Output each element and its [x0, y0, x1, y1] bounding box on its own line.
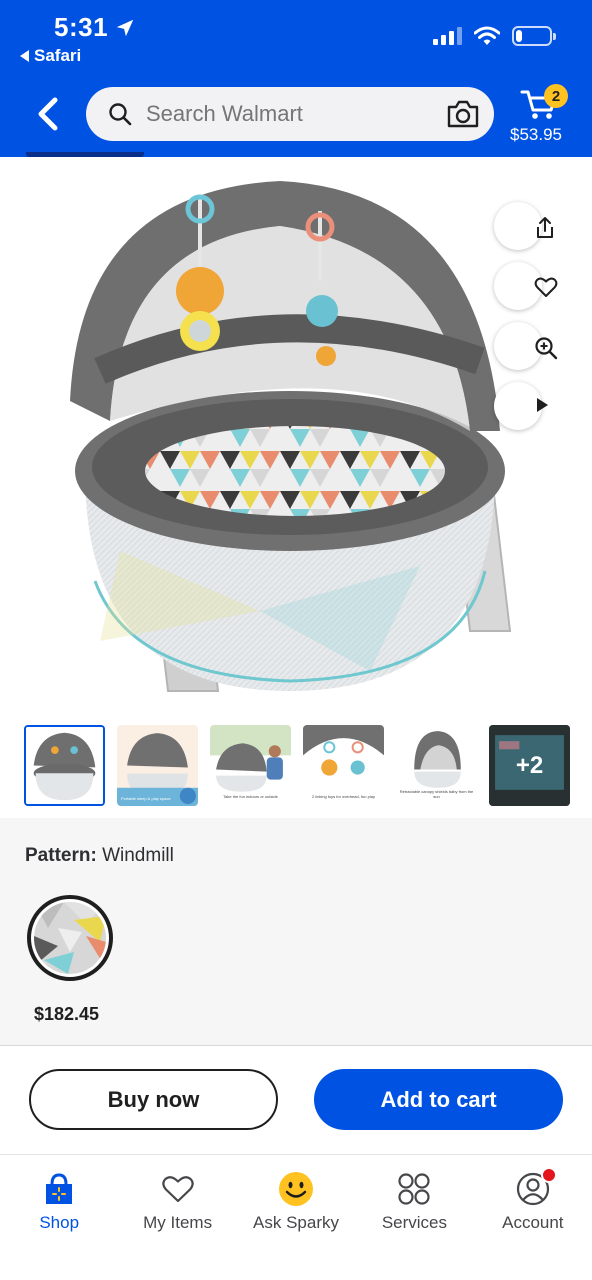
nav-services-label: Services [381, 1213, 448, 1232]
windmill-pattern-swatch-image [34, 902, 106, 974]
thumbnail-2-image [117, 725, 198, 806]
zoom-button[interactable] [494, 322, 558, 370]
thumbnail-2[interactable]: Portable sleep & play space [117, 725, 198, 806]
status-icons [433, 26, 556, 46]
buy-now-button[interactable]: Buy now [29, 1069, 278, 1130]
cart-button[interactable]: 2 $53.95 [510, 84, 570, 148]
heart-icon [160, 1171, 196, 1207]
thumbnail-1[interactable] [24, 725, 105, 806]
pattern-label-key: Pattern: [25, 845, 97, 866]
variant-price: $182.45 [34, 1004, 100, 1024]
nav-ask-sparky[interactable]: Ask Sparky [237, 1155, 355, 1280]
thumbnail-5-caption: Retractable canopy shields baby from the… [399, 789, 474, 800]
thumbnail-4[interactable]: 2 linking toys for overhead, fun play [303, 725, 384, 806]
cart-count-badge: 2 [544, 84, 568, 108]
nav-my-items[interactable]: My Items [118, 1155, 236, 1280]
share-icon [537, 217, 553, 238]
location-arrow-icon [116, 19, 134, 36]
favorite-button[interactable] [494, 262, 558, 310]
app-header: 5:31 Safari 2 $53.95 [0, 0, 592, 157]
thumbnail-1-image [26, 727, 103, 804]
thumbnail-2-caption: Portable sleep & play space [121, 796, 171, 802]
cellular-signal-icon [433, 27, 462, 45]
back-triangle-icon [20, 50, 29, 62]
play-video-button[interactable] [494, 382, 548, 430]
add-to-cart-button[interactable]: Add to cart [314, 1069, 563, 1130]
cart-total: $53.95 [510, 125, 562, 144]
product-image-carousel[interactable] [0, 157, 592, 717]
heart-icon [534, 277, 558, 297]
thumbnail-3[interactable]: Take the fun indoors or outside [210, 725, 291, 806]
thumbnail-4-caption: 2 linking toys for overhead, fun play [312, 794, 375, 800]
nav-services[interactable]: Services [355, 1155, 473, 1280]
back-to-safari[interactable]: Safari [20, 46, 81, 66]
camera-icon[interactable] [446, 99, 480, 129]
back-button[interactable] [30, 93, 66, 135]
battery-level [516, 30, 523, 42]
shop-icon [41, 1171, 77, 1207]
bottom-navigation: Shop My Items Ask Sparky Services Accoun… [0, 1154, 592, 1280]
sparky-icon [278, 1171, 314, 1207]
thumbnail-more[interactable]: +2 [489, 725, 570, 806]
wifi-icon [474, 26, 500, 45]
thumbnail-strip: Portable sleep & play space Take the fun… [24, 725, 570, 807]
search-icon [109, 103, 132, 126]
more-images-count: +2 [489, 725, 570, 806]
nav-my-items-label: My Items [143, 1213, 213, 1232]
variant-selector: Pattern: Windmill $182.45 [0, 818, 592, 1046]
thumbnail-3-caption: Take the fun indoors or outside [223, 794, 278, 800]
thumbnail-5[interactable]: Retractable canopy shields baby from the… [396, 725, 477, 806]
battery-icon [512, 26, 556, 46]
zoom-in-icon [535, 337, 558, 360]
status-time: 5:31 [54, 12, 136, 43]
share-button[interactable] [494, 202, 553, 250]
pattern-label: Pattern: Windmill [25, 845, 174, 867]
nav-shop[interactable]: Shop [0, 1155, 118, 1280]
pattern-label-value: Windmill [102, 845, 174, 866]
play-icon [537, 398, 548, 412]
pattern-swatch-windmill[interactable] [27, 895, 113, 981]
product-image [70, 181, 512, 692]
search-bar[interactable] [86, 87, 494, 141]
notification-dot [540, 1167, 557, 1183]
nav-account[interactable]: Account [474, 1155, 592, 1280]
status-time-text: 5:31 [54, 12, 109, 42]
account-icon [515, 1167, 557, 1207]
nav-shop-label: Shop [39, 1213, 80, 1232]
back-to-safari-label: Safari [34, 46, 82, 65]
nav-account-label: Account [502, 1213, 564, 1232]
services-icon [396, 1171, 432, 1207]
search-input[interactable] [146, 101, 446, 127]
nav-ask-sparky-label: Ask Sparky [253, 1213, 339, 1232]
chevron-left-icon [38, 97, 58, 131]
